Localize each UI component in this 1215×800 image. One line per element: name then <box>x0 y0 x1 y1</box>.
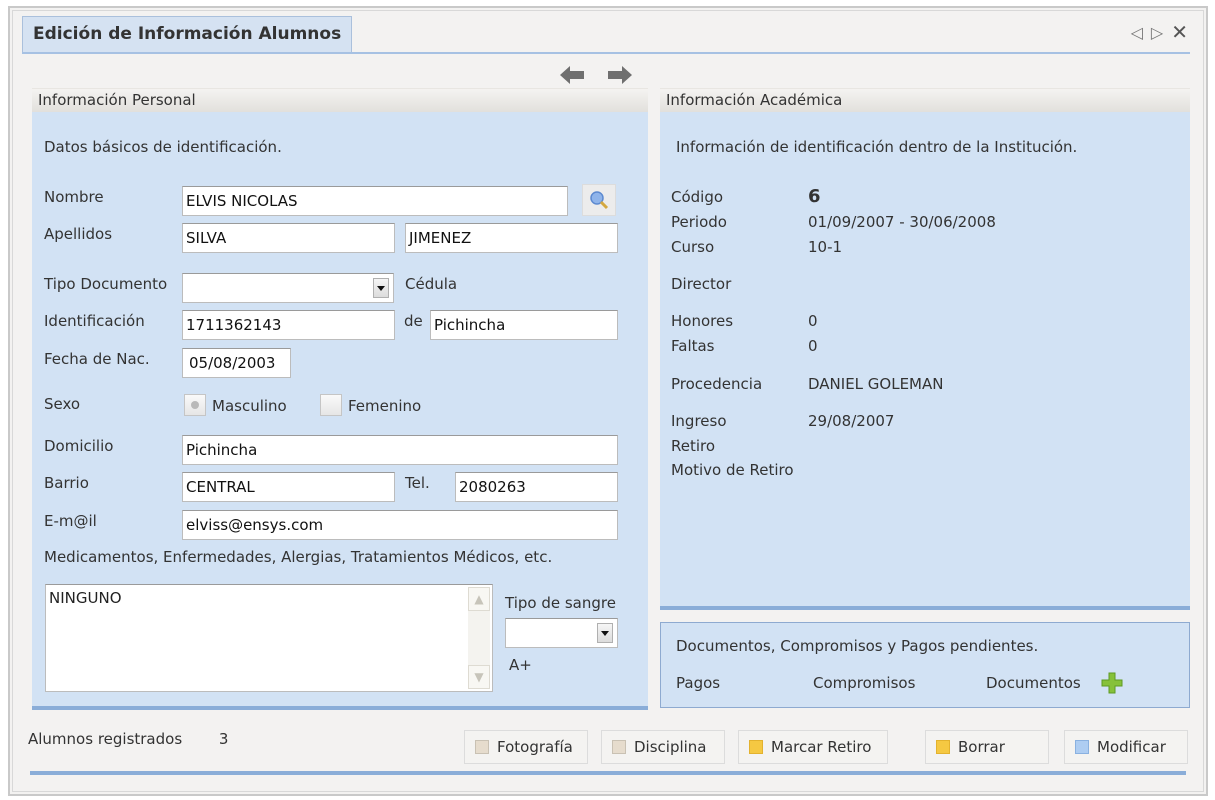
curso-label: Curso <box>671 238 715 256</box>
tab-prev-icon[interactable]: ◁ <box>1131 23 1143 42</box>
tipo-documento-select[interactable] <box>182 273 394 303</box>
fecha-nac-input[interactable]: 05/08/2003 <box>182 348 291 378</box>
personal-description: Datos básicos de identificación. <box>44 138 282 156</box>
arrow-left-icon[interactable] <box>558 64 586 86</box>
record-navigation <box>558 64 634 86</box>
barrio-input[interactable]: CENTRAL <box>182 472 395 502</box>
identificacion-input[interactable]: 1711362143 <box>182 310 395 340</box>
fotografia-label: Fotografía <box>497 738 573 756</box>
marcar-retiro-icon <box>749 740 763 754</box>
tel-input[interactable]: 2080263 <box>455 472 618 502</box>
tipo-documento-display: Cédula <box>405 275 458 293</box>
periodo-value: 01/09/2007 - 30/06/2008 <box>808 213 996 231</box>
sangre-label: Tipo de sangre <box>505 594 616 612</box>
registered-count: 3 <box>218 730 229 748</box>
add-document-icon[interactable] <box>1101 672 1123 694</box>
search-button[interactable] <box>582 184 616 216</box>
chevron-down-icon[interactable] <box>597 623 613 643</box>
marcar-retiro-label: Marcar Retiro <box>771 738 872 756</box>
scroll-down-icon[interactable]: ▼ <box>468 665 490 689</box>
tab-underline <box>22 52 1190 54</box>
faltas-value: 0 <box>808 337 818 355</box>
documents-description: Documentos, Compromisos y Pagos pendient… <box>676 637 1039 655</box>
apellido-materno-input[interactable]: JIMENEZ <box>405 223 618 253</box>
borrar-label: Borrar <box>958 738 1005 756</box>
tipo-documento-label: Tipo Documento <box>44 275 168 293</box>
compromisos-link[interactable]: Compromisos <box>813 674 915 692</box>
procedencia-label: Procedencia <box>671 375 763 393</box>
honores-label: Honores <box>671 312 734 330</box>
identificacion-label: Identificación <box>44 312 145 330</box>
procedencia-value: DANIEL GOLEMAN <box>808 375 944 393</box>
fecha-nac-label: Fecha de Nac. <box>44 350 150 368</box>
masculino-label: Masculino <box>212 397 287 415</box>
email-label: E-m@il <box>44 512 97 530</box>
fotografia-icon <box>475 740 489 754</box>
fotografia-button[interactable]: Fotografía <box>464 730 588 764</box>
medical-textarea[interactable]: NINGUNO ▲ ▼ <box>45 584 493 692</box>
codigo-value: 6 <box>808 186 821 207</box>
codigo-label: Código <box>671 188 724 206</box>
registered-label: Alumnos registrados <box>28 730 183 748</box>
chevron-down-icon[interactable] <box>373 278 389 298</box>
apellidos-label: Apellidos <box>44 225 113 243</box>
periodo-label: Periodo <box>671 213 727 231</box>
modificar-label: Modificar <box>1097 738 1166 756</box>
disciplina-icon <box>612 740 626 754</box>
tab-controls: ◁ ▷ ✕ <box>1131 20 1188 44</box>
borrar-button[interactable]: Borrar <box>925 730 1049 764</box>
domicilio-input[interactable]: Pichincha <box>182 435 618 465</box>
nombre-input[interactable]: ELVIS NICOLAS <box>182 186 568 216</box>
academic-info-title: Información Académica <box>660 88 1190 112</box>
sexo-label: Sexo <box>44 395 81 413</box>
tel-label: Tel. <box>405 474 430 492</box>
medical-scrollbar[interactable]: ▲ ▼ <box>468 587 490 689</box>
apellido-paterno-input[interactable]: SILVA <box>182 223 395 253</box>
masculino-radio[interactable] <box>184 394 206 416</box>
femenino-radio[interactable] <box>320 394 342 416</box>
registered-status: Alumnos registrados 3 <box>28 730 228 748</box>
barrio-label: Barrio <box>44 474 89 492</box>
faltas-label: Faltas <box>671 337 715 355</box>
close-icon[interactable]: ✕ <box>1171 20 1188 44</box>
academic-description: Información de identificación dentro de … <box>676 138 1078 156</box>
modificar-icon <box>1075 740 1089 754</box>
ingreso-label: Ingreso <box>671 412 727 430</box>
arrow-right-icon[interactable] <box>606 64 634 86</box>
scroll-up-icon[interactable]: ▲ <box>468 587 490 611</box>
femenino-label: Femenino <box>348 397 422 415</box>
sangre-display: A+ <box>509 656 532 674</box>
honores-value: 0 <box>808 312 818 330</box>
curso-value: 10-1 <box>808 238 843 256</box>
personal-info-title: Información Personal <box>32 88 648 112</box>
retiro-label: Retiro <box>671 437 716 455</box>
disciplina-label: Disciplina <box>634 738 707 756</box>
medical-label: Medicamentos, Enfermedades, Alergias, Tr… <box>44 548 553 566</box>
personal-info-panel: Información Personal Datos básicos de id… <box>32 88 648 708</box>
nombre-label: Nombre <box>44 188 104 206</box>
app-window: Edición de Información Alumnos ◁ ▷ ✕ Inf… <box>8 6 1208 796</box>
academic-panel-bar <box>660 606 1190 610</box>
modificar-button[interactable]: Modificar <box>1064 730 1188 764</box>
tab-next-icon[interactable]: ▷ <box>1151 23 1163 42</box>
disciplina-button[interactable]: Disciplina <box>601 730 725 764</box>
documentos-link[interactable]: Documentos <box>986 674 1081 692</box>
documents-panel: Documentos, Compromisos y Pagos pendient… <box>660 622 1190 708</box>
search-icon <box>590 191 609 210</box>
medical-text: NINGUNO <box>49 589 122 607</box>
motivo-retiro-label: Motivo de Retiro <box>671 461 794 479</box>
marcar-retiro-button[interactable]: Marcar Retiro <box>738 730 888 764</box>
academic-info-panel: Información Académica Información de ide… <box>660 88 1190 608</box>
de-label: de <box>404 312 423 330</box>
personal-panel-bar <box>32 706 648 710</box>
expedicion-input[interactable]: Pichincha <box>430 310 618 340</box>
director-label: Director <box>671 275 732 293</box>
tab-edicion-alumnos[interactable]: Edición de Información Alumnos <box>22 16 353 53</box>
footer-bar <box>30 771 1186 775</box>
domicilio-label: Domicilio <box>44 437 114 455</box>
borrar-icon <box>936 740 950 754</box>
email-input[interactable]: elviss@ensys.com <box>182 510 618 540</box>
pagos-link[interactable]: Pagos <box>676 674 720 692</box>
ingreso-value: 29/08/2007 <box>808 412 895 430</box>
